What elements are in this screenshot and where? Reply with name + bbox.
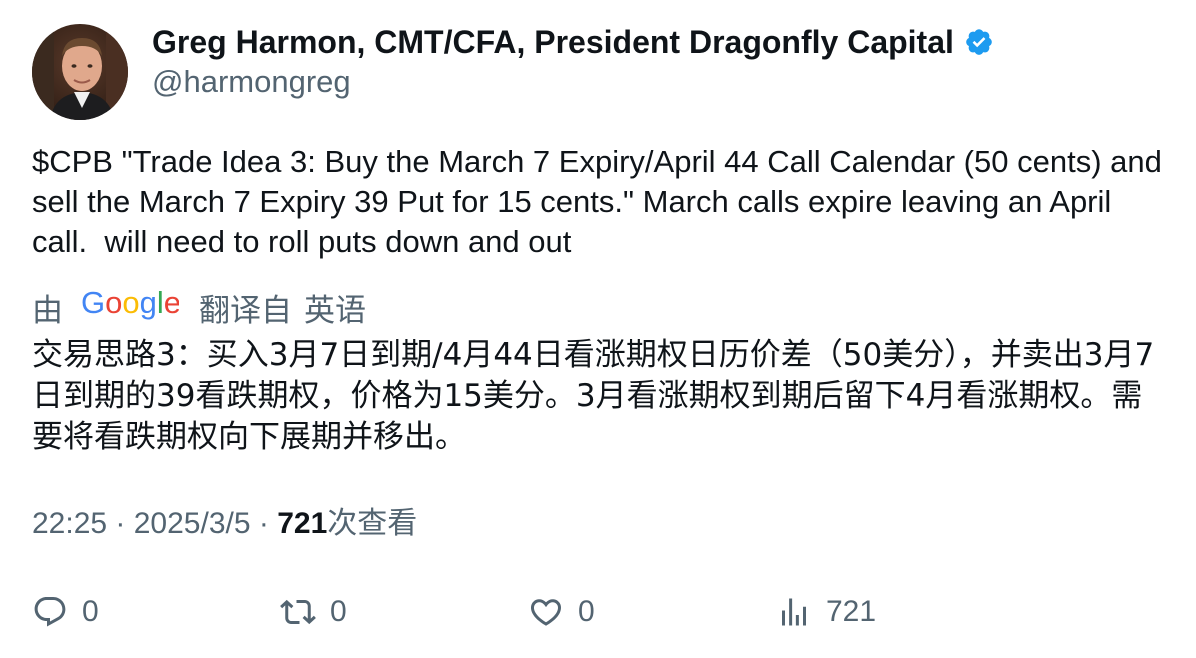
avatar[interactable]: [32, 24, 128, 120]
reply-count: 0: [82, 595, 99, 628]
tweet-date[interactable]: 2025/3/5: [134, 507, 251, 540]
retweet-button[interactable]: 0: [280, 590, 347, 634]
analytics-icon: [782, 598, 806, 626]
translation-from-label: 翻译自: [199, 292, 292, 328]
google-logo: Google: [81, 285, 181, 329]
retweet-count: 0: [330, 595, 347, 628]
tweet-text: $CPB "Trade Idea 3: Buy the March 7 Expi…: [32, 144, 1171, 259]
reply-button[interactable]: 0: [32, 590, 99, 634]
avatar-photo: [32, 24, 128, 120]
author-handle[interactable]: @harmongreg: [152, 62, 351, 102]
tweet-card: Greg Harmon, CMT/CFA, President Dragonfl…: [0, 0, 1196, 658]
author-name[interactable]: Greg Harmon, CMT/CFA, President Dragonfl…: [152, 22, 954, 62]
meta-separator: ·: [115, 507, 134, 540]
reply-icon: [34, 597, 66, 627]
svg-text:Google: Google: [81, 285, 179, 320]
translation-attribution: 由 Google 翻译自 英语: [32, 285, 366, 330]
heart-icon: [530, 599, 562, 626]
retweet-icon: [280, 599, 316, 625]
google-logo-icon: Google: [81, 285, 181, 320]
views-count-action: 721: [826, 595, 877, 628]
translation-by-label: 由: [32, 292, 63, 328]
author-name-row: Greg Harmon, CMT/CFA, President Dragonfl…: [152, 22, 994, 62]
views-button[interactable]: 721: [776, 590, 876, 634]
tweet-time[interactable]: 22:25: [32, 507, 107, 540]
views-label: 次查看: [327, 507, 418, 540]
tweet-meta: 22:25 · 2025/3/5 · 721次查看: [32, 504, 417, 544]
verified-badge-icon[interactable]: [964, 27, 994, 57]
like-button[interactable]: 0: [528, 590, 595, 634]
views-count: 721: [277, 507, 328, 540]
meta-separator: ·: [258, 507, 278, 540]
translated-text: 交易思路3：买入3月7日到期/4月44日看涨期权日历价差（50美分），并卖出3月…: [32, 337, 1155, 455]
translation-language[interactable]: 英语: [304, 285, 366, 330]
like-count: 0: [578, 595, 595, 628]
action-bar: 0 0 0 721: [0, 590, 1196, 634]
